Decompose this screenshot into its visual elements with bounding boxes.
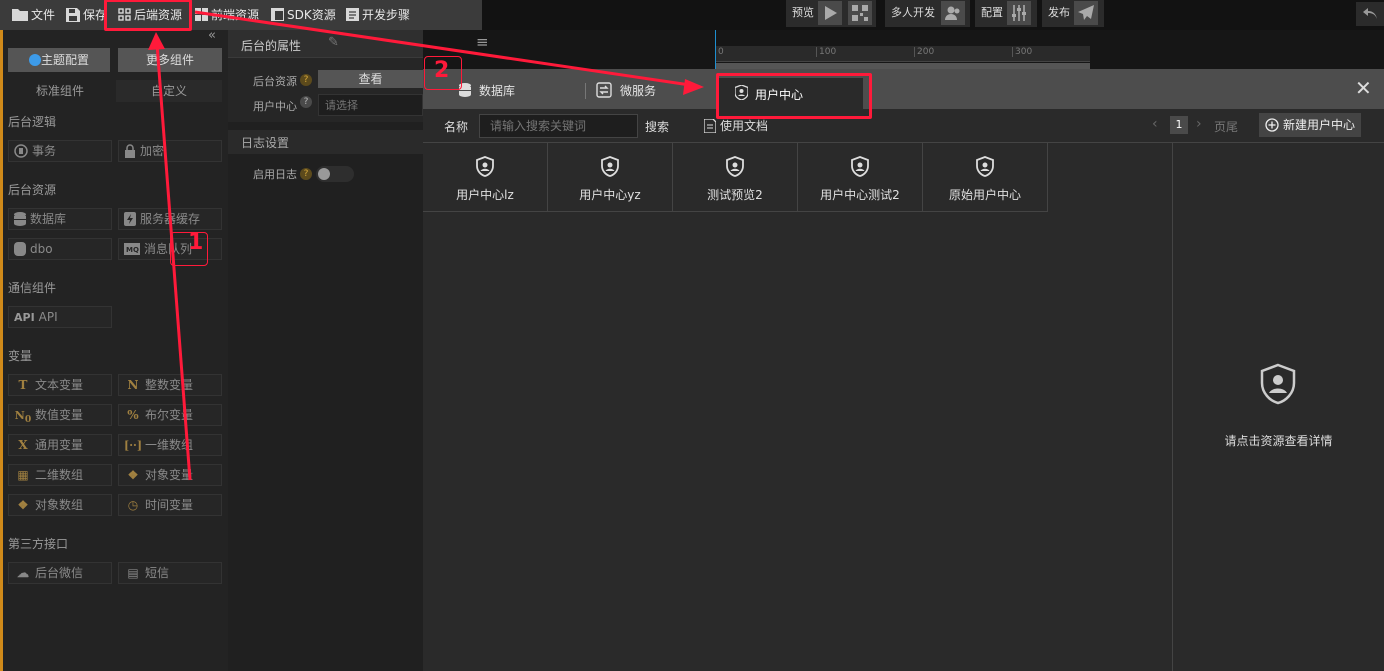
annotation-arrows xyxy=(148,10,704,481)
